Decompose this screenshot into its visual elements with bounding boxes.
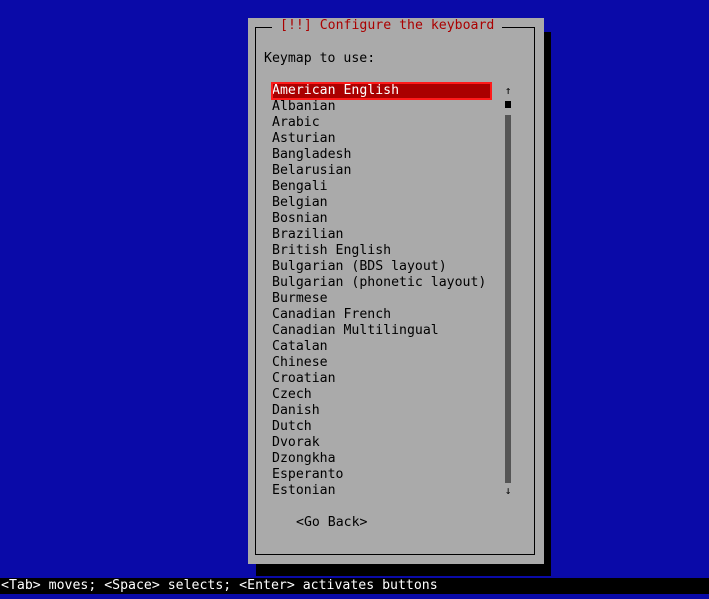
keymap-option[interactable]: Czech (272, 387, 491, 403)
keymap-option[interactable]: Bulgarian (BDS layout) (272, 259, 491, 275)
keymap-option[interactable]: Chinese (272, 355, 491, 371)
keymap-option[interactable]: Arabic (272, 115, 491, 131)
keymap-option[interactable]: Dvorak (272, 435, 491, 451)
keymap-option[interactable]: Bulgarian (phonetic layout) (272, 275, 491, 291)
keymap-option[interactable]: British English (272, 243, 491, 259)
scroll-thumb[interactable] (505, 101, 511, 108)
scroll-up-icon[interactable]: ↑ (504, 83, 512, 99)
status-bar: <Tab> moves; <Space> selects; <Enter> ac… (0, 578, 709, 594)
keymap-option[interactable]: Asturian (272, 131, 491, 147)
keymap-option[interactable]: Bosnian (272, 211, 491, 227)
keymap-option[interactable]: Esperanto (272, 467, 491, 483)
keymap-option[interactable]: Albanian (272, 99, 491, 115)
keymap-option[interactable]: American English (271, 82, 492, 100)
keymap-list[interactable]: American English Albanian Arabic Asturian Ba… (271, 82, 492, 499)
keymap-option[interactable]: Belgian (272, 195, 491, 211)
keymap-option[interactable]: Danish (272, 403, 491, 419)
keymap-option[interactable]: Catalan (272, 339, 491, 355)
dialog-title: [!!] Configure the keyboard (272, 18, 503, 34)
keymap-option[interactable]: Estonian (272, 483, 491, 499)
keymap-option[interactable]: Dutch (272, 419, 491, 435)
scroll-track[interactable] (505, 115, 511, 483)
keymap-option[interactable]: Dzongkha (272, 451, 491, 467)
keymap-option[interactable]: Canadian French (272, 307, 491, 323)
keymap-option[interactable]: Croatian (272, 371, 491, 387)
keymap-option[interactable]: Burmese (272, 291, 491, 307)
keymap-option[interactable]: Brazilian (272, 227, 491, 243)
keymap-option[interactable]: Belarusian (272, 163, 491, 179)
keymap-option[interactable]: Bangladesh (272, 147, 491, 163)
configure-keyboard-dialog: [!!] Configure the keyboard Keymap to us… (248, 18, 544, 564)
installer-screen: [!!] Configure the keyboard Keymap to us… (0, 0, 709, 599)
keymap-option[interactable]: Canadian Multilingual (272, 323, 491, 339)
keymap-scrollbar[interactable]: ↑ ↓ (504, 83, 512, 499)
go-back-button[interactable]: <Go Back> (296, 515, 367, 531)
keymap-prompt: Keymap to use: (264, 51, 376, 66)
keymap-option[interactable]: Bengali (272, 179, 491, 195)
scroll-down-icon[interactable]: ↓ (504, 483, 512, 499)
